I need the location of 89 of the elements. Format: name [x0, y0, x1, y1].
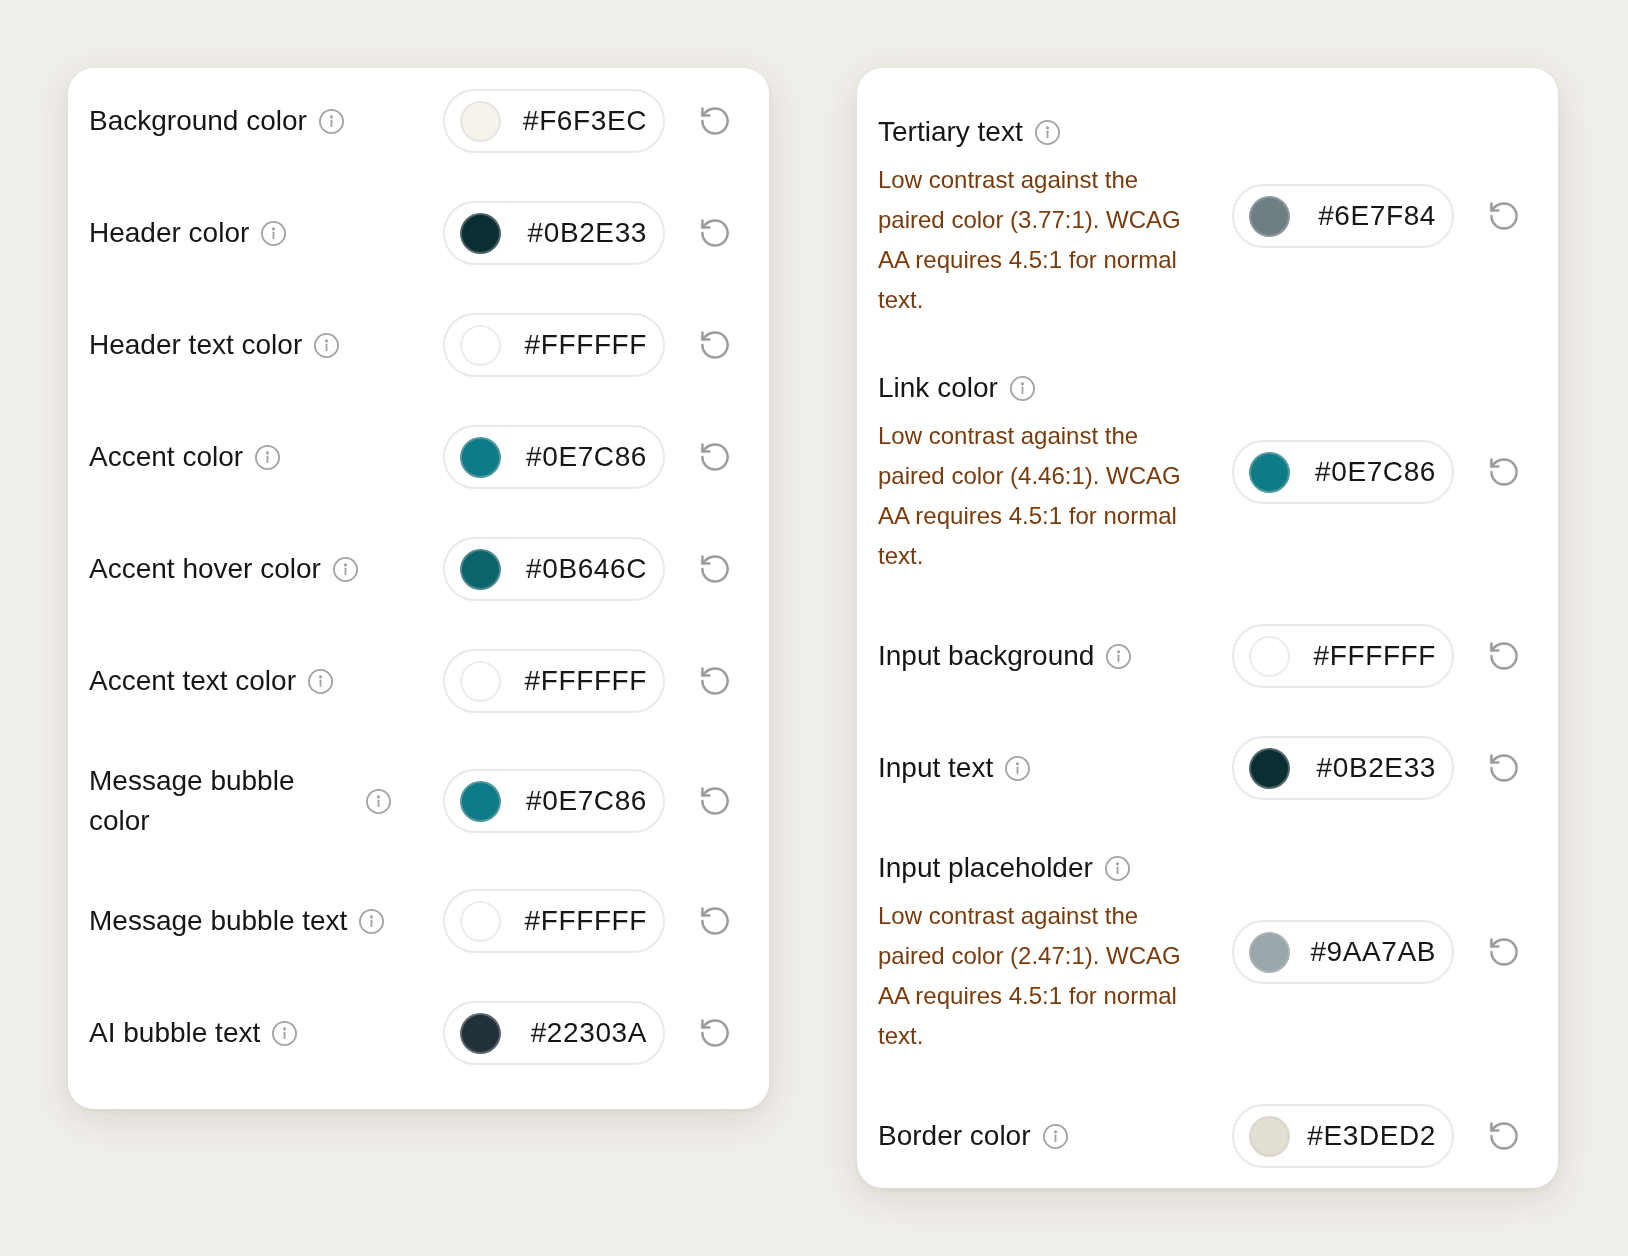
reset-button[interactable]: [1490, 458, 1518, 486]
swatch-icon[interactable]: [1249, 1115, 1290, 1157]
swatch-icon[interactable]: [460, 780, 501, 822]
counterclockwise-arrow-icon: [1490, 1122, 1518, 1150]
info-icon[interactable]: [366, 788, 391, 814]
info-icon[interactable]: [318, 108, 344, 134]
swatch-icon[interactable]: [460, 548, 501, 590]
info-icon[interactable]: [272, 1020, 298, 1046]
setting-label: Input placeholder: [878, 851, 1093, 885]
info-icon[interactable]: [1034, 119, 1060, 145]
swatch-icon[interactable]: [1249, 451, 1290, 493]
reset-button[interactable]: [701, 331, 729, 359]
hex-input-field[interactable]: #22303A: [443, 1001, 665, 1065]
info-icon[interactable]: [308, 668, 333, 694]
setting-label: Message bubble text: [89, 904, 348, 938]
info-icon[interactable]: [1106, 643, 1132, 669]
info-icon[interactable]: [1009, 375, 1035, 401]
info-icon[interactable]: [1104, 855, 1130, 881]
setting-label: Link color: [878, 371, 998, 405]
hex-input-field[interactable]: #0E7C86: [443, 769, 665, 833]
info-icon[interactable]: [332, 556, 358, 582]
reset-button[interactable]: [1490, 642, 1518, 670]
swatch-icon[interactable]: [460, 212, 501, 254]
reset-button[interactable]: [701, 107, 729, 135]
hex-input-field[interactable]: #FFFFFF: [443, 649, 665, 713]
swatch-icon[interactable]: [1249, 747, 1290, 789]
counterclockwise-arrow-icon: [1490, 642, 1518, 670]
setting-label: Accent text color: [89, 664, 296, 698]
counterclockwise-arrow-icon: [701, 107, 729, 135]
setting-label: AI bubble text: [89, 1016, 261, 1050]
counterclockwise-arrow-icon: [701, 787, 729, 815]
counterclockwise-arrow-icon: [1490, 202, 1518, 230]
setting-label: Header color: [89, 216, 250, 250]
setting-label: Accent hover color: [89, 552, 321, 586]
hex-input-field[interactable]: #0B2E33: [1232, 736, 1454, 800]
swatch-icon[interactable]: [460, 1012, 501, 1054]
counterclockwise-arrow-icon: [701, 219, 729, 247]
hex-input-field[interactable]: #E3DED2: [1232, 1104, 1454, 1168]
reset-button[interactable]: [701, 787, 729, 815]
hex-input-field[interactable]: #0E7C86: [1232, 440, 1454, 504]
info-icon[interactable]: [1042, 1123, 1068, 1149]
counterclockwise-arrow-icon: [1490, 458, 1518, 486]
counterclockwise-arrow-icon: [701, 331, 729, 359]
swatch-icon[interactable]: [460, 436, 501, 478]
reset-button[interactable]: [701, 907, 729, 935]
counterclockwise-arrow-icon: [701, 555, 729, 583]
info-icon[interactable]: [314, 332, 340, 358]
contrast-warning-text: Low contrast against the paired color (4.46:1). WCAG AA requires 4.5:1 for normal text.: [878, 421, 1182, 571]
reset-button[interactable]: [1490, 938, 1518, 966]
counterclockwise-arrow-icon: [701, 443, 729, 471]
setting-label: Tertiary text: [878, 115, 1023, 149]
hex-input-field[interactable]: #FFFFFF: [443, 313, 665, 377]
counterclockwise-arrow-icon: [1490, 754, 1518, 782]
setting-label: Input background: [878, 639, 1095, 673]
info-icon[interactable]: [255, 444, 281, 470]
contrast-warning-text: Low contrast against the paired color (3.77:1). WCAG AA requires 4.5:1 for normal text.: [878, 165, 1182, 315]
counterclockwise-arrow-icon: [701, 667, 729, 695]
setting-label: Header text color: [89, 328, 303, 362]
hex-input-field[interactable]: #9AA7AB: [1232, 920, 1454, 984]
reset-button[interactable]: [701, 667, 729, 695]
hex-input-field[interactable]: #FFFFFF: [443, 889, 665, 953]
info-icon[interactable]: [1005, 755, 1031, 781]
reset-button[interactable]: [1490, 754, 1518, 782]
swatch-icon[interactable]: [1249, 195, 1290, 237]
hex-input-field[interactable]: #0B646C: [443, 537, 665, 601]
setting-label: Message bubble color: [89, 764, 296, 838]
swatch-icon[interactable]: [460, 100, 501, 142]
info-icon[interactable]: [261, 220, 287, 246]
reset-button[interactable]: [701, 443, 729, 471]
counterclockwise-arrow-icon: [701, 907, 729, 935]
swatch-icon[interactable]: [1249, 931, 1290, 973]
reset-button[interactable]: [1490, 202, 1518, 230]
reset-button[interactable]: [701, 555, 729, 583]
reset-button[interactable]: [1490, 1122, 1518, 1150]
setting-label: Input text: [878, 751, 994, 785]
setting-label: Accent color: [89, 440, 244, 474]
hex-input-field[interactable]: #F6F3EC: [443, 89, 665, 153]
info-icon[interactable]: [359, 908, 385, 934]
reset-button[interactable]: [701, 219, 729, 247]
counterclockwise-arrow-icon: [1490, 938, 1518, 966]
hex-input-field[interactable]: #6E7F84: [1232, 184, 1454, 248]
reset-button[interactable]: [701, 1019, 729, 1047]
hex-input-field[interactable]: #0B2E33: [443, 201, 665, 265]
hex-input-field[interactable]: #0E7C86: [443, 425, 665, 489]
contrast-warning-text: Low contrast against the paired color (2.47:1). WCAG AA requires 4.5:1 for normal text.: [878, 901, 1182, 1051]
hex-input-field[interactable]: #FFFFFF: [1232, 624, 1454, 688]
setting-label: Border color: [878, 1119, 1031, 1153]
setting-label: Background color: [89, 104, 307, 138]
counterclockwise-arrow-icon: [701, 1019, 729, 1047]
